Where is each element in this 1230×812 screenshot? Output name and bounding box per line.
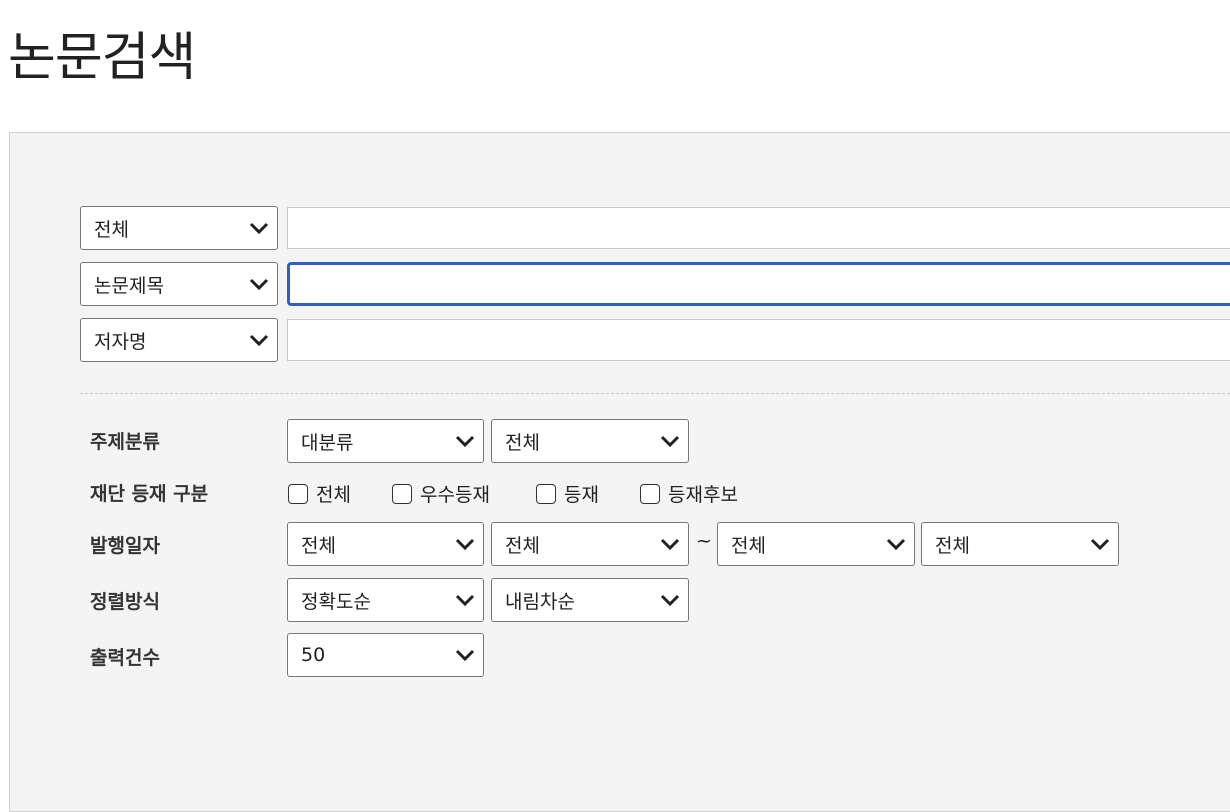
divider [80,393,1230,394]
chevron-down-icon [455,435,475,448]
checkbox-candidate-label: 등재후보 [668,484,738,506]
chevron-down-icon [455,538,475,551]
checkbox-box[interactable] [288,483,308,504]
subject-major-select[interactable]: 대분류 [287,419,484,463]
search-field-select-3[interactable]: 저자명 [80,318,278,362]
sort-order-value: 내림차순 [505,590,575,613]
checkbox-excellent-label: 우수등재 [420,484,490,506]
checkbox-candidate[interactable]: 등재후보 [640,480,738,507]
output-count-value: 50 [301,644,326,666]
search-field-select-1-value: 전체 [94,218,129,241]
pubdate-to-year-select[interactable]: 전체 [717,522,915,566]
date-range-separator: ~ [696,530,712,552]
subject-major-value: 대분류 [301,431,354,454]
chevron-down-icon [660,538,680,551]
subject-minor-select[interactable]: 전체 [491,419,689,463]
search-input-1[interactable] [287,207,1230,249]
search-field-select-2[interactable]: 논문제목 [80,262,278,306]
search-field-select-3-value: 저자명 [94,330,147,353]
registration-label: 재단 등재 구분 [90,483,209,505]
chevron-down-icon [455,649,475,662]
sort-label: 정렬방식 [90,591,160,613]
chevron-down-icon [660,435,680,448]
page-title: 논문검색 [8,28,196,88]
chevron-down-icon [455,594,475,607]
pubdate-to-year-value: 전체 [731,534,766,557]
checkbox-registered[interactable]: 등재 [536,480,599,507]
subject-minor-value: 전체 [505,431,540,454]
chevron-down-icon [886,538,906,551]
checkbox-box[interactable] [392,483,412,504]
pubdate-from-month-value: 전체 [505,534,540,557]
search-input-2[interactable] [287,262,1230,306]
chevron-down-icon [1090,538,1110,551]
subject-label: 주제분류 [90,431,160,453]
output-count-label: 출력건수 [90,647,160,669]
checkbox-all-label: 전체 [316,484,351,506]
pubdate-to-month-select[interactable]: 전체 [921,522,1119,566]
pubdate-from-year-select[interactable]: 전체 [287,522,484,566]
search-panel: 전체 논문제목 저자명 주제분류 대분류 전체 재단 등재 구분 전체 우수등재… [9,132,1230,812]
sort-by-value: 정확도순 [301,590,371,613]
pubdate-from-month-select[interactable]: 전체 [491,522,689,566]
pubdate-label: 발행일자 [90,535,160,557]
chevron-down-icon [249,334,269,347]
search-field-select-1[interactable]: 전체 [80,206,278,250]
checkbox-all[interactable]: 전체 [288,480,351,507]
search-field-select-2-value: 논문제목 [94,274,164,297]
chevron-down-icon [660,594,680,607]
output-count-select[interactable]: 50 [287,633,484,677]
search-input-3[interactable] [287,319,1230,361]
chevron-down-icon [249,278,269,291]
chevron-down-icon [249,222,269,235]
checkbox-excellent[interactable]: 우수등재 [392,480,490,507]
checkbox-box[interactable] [640,483,660,504]
sort-order-select[interactable]: 내림차순 [491,578,689,622]
pubdate-to-month-value: 전체 [935,534,970,557]
pubdate-from-year-value: 전체 [301,534,336,557]
sort-by-select[interactable]: 정확도순 [287,578,484,622]
checkbox-registered-label: 등재 [564,484,599,506]
checkbox-box[interactable] [536,483,556,504]
